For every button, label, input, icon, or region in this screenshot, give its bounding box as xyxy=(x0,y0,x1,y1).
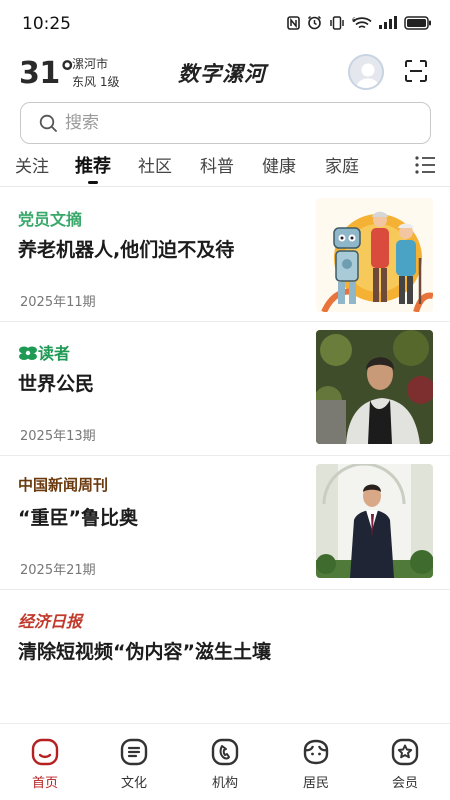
tab-jiankang[interactable]: 健康 xyxy=(262,152,296,177)
article-card[interactable]: 读者 世界公民 2025年13期 xyxy=(0,322,450,456)
nav-label-home: 首页 xyxy=(31,776,58,791)
article-issue: 2025年21期 xyxy=(20,563,96,578)
header: 31° 漯河市 东风 1级 数字漯河 xyxy=(0,50,450,96)
article-source: 经济日报 xyxy=(18,612,83,631)
alarm-icon xyxy=(307,15,322,30)
scan-icon[interactable] xyxy=(405,60,427,86)
man-in-suit-photo-icon xyxy=(316,464,433,578)
article-source-label: 读者 xyxy=(38,344,71,363)
avatar[interactable] xyxy=(348,54,384,90)
article-card[interactable]: 中国新闻周刊 “重臣”鲁比奥 2025年21期 xyxy=(0,456,450,590)
status-bar: 10:25 6 xyxy=(0,0,450,50)
article-issue: 2025年13期 xyxy=(20,429,96,444)
article-headline[interactable]: 养老机器人,他们迫不及待 xyxy=(18,235,234,262)
battery-icon xyxy=(404,15,432,30)
weather-city[interactable]: 漯河市 xyxy=(72,55,108,72)
tab-shequ[interactable]: 社区 xyxy=(138,152,172,177)
nav-label-culture: 文化 xyxy=(120,776,147,791)
article-source: 读者 xyxy=(18,340,70,364)
article-headline[interactable]: 世界公民 xyxy=(18,369,94,396)
residents-icon xyxy=(303,739,329,765)
category-tabs: 关注 推荐 社区 科普 健康 家庭 xyxy=(0,148,450,186)
nav-item-institution[interactable]: 机构 xyxy=(195,738,255,791)
culture-icon xyxy=(120,738,148,766)
nav-label-member: 会员 xyxy=(391,776,418,791)
nav-label-residents: 居民 xyxy=(302,776,329,791)
tab-guanzhu[interactable]: 关注 xyxy=(15,152,49,177)
weather-wind[interactable]: 东风 1级 xyxy=(72,73,119,90)
search-box[interactable] xyxy=(20,102,431,144)
duzhe-logo-icon xyxy=(19,346,37,360)
article-issue: 2025年11期 xyxy=(20,295,96,310)
article-thumbnail[interactable] xyxy=(316,464,433,578)
status-time: 10:25 xyxy=(22,14,71,34)
article-card[interactable]: 经济日报 清除短视频“伪内容”滋生土壤 xyxy=(0,590,450,690)
member-icon xyxy=(391,738,419,766)
app-title: 数字漯河 xyxy=(178,61,266,86)
home-icon xyxy=(31,738,59,766)
tab-menu-icon[interactable] xyxy=(415,156,436,178)
svg-text:6: 6 xyxy=(352,17,356,24)
nfc-icon xyxy=(287,15,300,30)
search-icon xyxy=(39,114,58,137)
nav-item-member[interactable]: 会员 xyxy=(375,738,435,791)
nav-item-home[interactable]: 首页 xyxy=(15,738,75,791)
tab-tuijian[interactable]: 推荐 xyxy=(75,152,111,178)
status-icons: 6 xyxy=(287,15,432,30)
article-headline[interactable]: “重臣”鲁比奥 xyxy=(18,503,138,530)
user-avatar-icon xyxy=(350,56,382,88)
vibrate-icon xyxy=(329,15,345,30)
article-source: 中国新闻周刊 xyxy=(18,476,109,494)
search-input[interactable] xyxy=(65,111,405,135)
signal-icon xyxy=(379,16,397,29)
article-thumbnail[interactable] xyxy=(316,330,433,444)
tab-jiating[interactable]: 家庭 xyxy=(325,152,359,177)
tabs-divider xyxy=(0,186,450,187)
wifi-6-icon: 6 xyxy=(352,16,372,30)
robot-and-elders-illustration-icon xyxy=(316,198,433,312)
bottom-nav: 首页 文化 机构 居民 会员 xyxy=(0,723,450,800)
nav-label-institution: 机构 xyxy=(211,776,238,791)
tab-kepu[interactable]: 科普 xyxy=(200,152,234,177)
man-portrait-photo-icon xyxy=(316,330,433,444)
nav-item-culture[interactable]: 文化 xyxy=(104,738,164,791)
article-source: 党员文摘 xyxy=(18,210,83,229)
article-thumbnail[interactable] xyxy=(316,198,433,312)
nav-item-residents[interactable]: 居民 xyxy=(286,738,346,791)
tab-active-indicator xyxy=(88,181,98,184)
article-headline[interactable]: 清除短视频“伪内容”滋生土壤 xyxy=(18,637,271,664)
institution-icon xyxy=(211,738,239,766)
weather-temperature[interactable]: 31° xyxy=(19,56,75,91)
article-card[interactable]: 党员文摘 养老机器人,他们迫不及待 2025年11期 xyxy=(0,188,450,322)
